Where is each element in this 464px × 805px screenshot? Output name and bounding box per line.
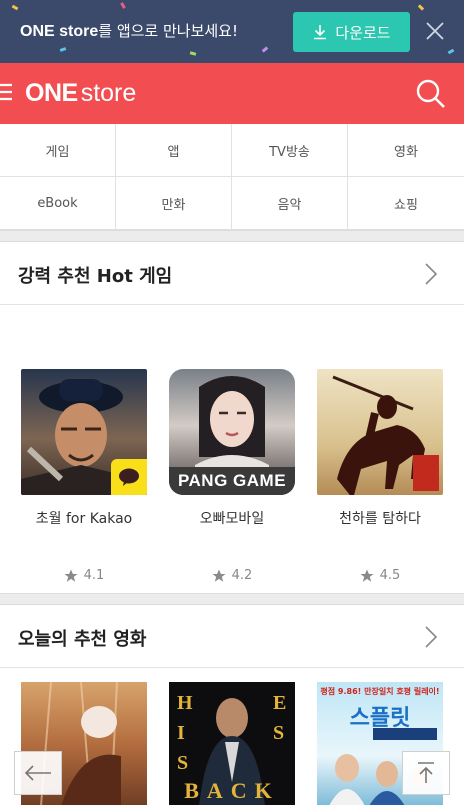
hot-games-title: 강력 추천 Hot 게임 — [18, 266, 173, 287]
app-thumbnail[interactable] — [317, 369, 443, 495]
chevron-right-icon[interactable] — [424, 625, 438, 649]
logo-light: store — [80, 78, 137, 107]
arrow-left-icon — [24, 765, 51, 781]
search-icon[interactable] — [415, 78, 447, 110]
poster-bottom-text: BACK — [184, 778, 280, 803]
pang-game-label: PANG GAME — [169, 467, 295, 495]
star-icon — [212, 569, 226, 582]
confetti-decoration — [59, 47, 67, 52]
app-card[interactable]: 천하를 탐하다 4.5 — [317, 369, 443, 583]
category-app[interactable]: 앱 — [116, 124, 232, 177]
app-promo-banner: ONE store를 앱으로 만나보세요! 다운로드 — [0, 0, 464, 63]
section-divider — [0, 230, 464, 242]
category-game[interactable]: 게임 — [0, 124, 116, 177]
download-label: 다운로드 — [335, 23, 391, 42]
category-tv[interactable]: TV방송 — [232, 124, 348, 177]
category-music[interactable]: 음악 — [232, 177, 348, 230]
confetti-decoration — [261, 46, 269, 53]
app-thumbnail[interactable] — [21, 369, 147, 495]
kakao-badge — [111, 459, 147, 495]
rating-value: 4.2 — [231, 568, 253, 583]
category-movie[interactable]: 영화 — [348, 124, 464, 177]
movie-poster[interactable]: HIS E S BACK — [169, 682, 295, 805]
app-thumbnail[interactable]: PANG GAME — [169, 369, 295, 495]
confetti-decoration — [447, 48, 455, 55]
promo-text: 를 앱으로 만나보세요! — [98, 22, 239, 40]
hot-games-header[interactable]: 강력 추천 Hot 게임 — [0, 243, 464, 305]
app-card[interactable]: 초월 for Kakao 4.1 — [21, 369, 147, 583]
close-icon[interactable] — [424, 20, 446, 42]
scroll-top-button[interactable] — [402, 751, 450, 795]
confetti-decoration — [189, 51, 197, 56]
chat-bubble-icon — [119, 468, 139, 486]
poster-letters-left: HIS — [177, 692, 193, 774]
section-divider — [0, 593, 464, 605]
arrow-up-icon — [418, 762, 434, 783]
confetti-decoration — [11, 4, 19, 11]
confetti-decoration — [417, 4, 425, 11]
game-character-image — [332, 375, 439, 495]
logo-strong: ONE — [25, 78, 78, 107]
star-icon — [360, 569, 374, 582]
star-icon — [64, 569, 78, 582]
download-button[interactable]: 다운로드 — [293, 12, 410, 52]
promo-brand: ONE store — [20, 23, 99, 40]
category-shopping[interactable]: 쇼핑 — [348, 177, 464, 230]
download-icon — [314, 25, 327, 40]
menu-icon[interactable] — [0, 80, 14, 104]
confetti-decoration — [120, 2, 126, 9]
back-button[interactable] — [14, 751, 62, 795]
movies-title: 오늘의 추천 영화 — [18, 629, 147, 650]
app-header: ONE store — [0, 63, 464, 124]
poster-letters-right: E S — [273, 692, 287, 744]
category-grid: 게임 앱 TV방송 영화 eBook 만화 음악 쇼핑 — [0, 124, 464, 230]
movies-list: HIS E S BACK 평점 9.86! 만장일치 호평 릴레이! 스플릿 — [0, 669, 464, 805]
promo-message: ONE store를 앱으로 만나보세요! — [20, 20, 238, 41]
app-title[interactable]: 천하를 탐하다 — [317, 508, 443, 528]
app-title[interactable]: 초월 for Kakao — [21, 508, 147, 528]
chevron-right-icon[interactable] — [424, 262, 438, 286]
movies-header[interactable]: 오늘의 추천 영화 — [0, 606, 464, 668]
app-rating: 4.5 — [317, 568, 443, 583]
category-ebook[interactable]: eBook — [0, 177, 116, 230]
hot-games-list: 초월 for Kakao 4.1 PANG GAME 오빠모바일 4.2 천하를… — [0, 306, 464, 593]
rating-value: 4.5 — [379, 568, 401, 583]
onestore-logo[interactable]: ONE store — [25, 77, 136, 109]
app-title[interactable]: 오빠모바일 — [169, 508, 295, 528]
category-comic[interactable]: 만화 — [116, 177, 232, 230]
rating-value: 4.1 — [83, 568, 105, 583]
app-card[interactable]: PANG GAME 오빠모바일 4.2 — [169, 369, 295, 583]
app-rating: 4.1 — [21, 568, 147, 583]
app-rating: 4.2 — [169, 568, 295, 583]
